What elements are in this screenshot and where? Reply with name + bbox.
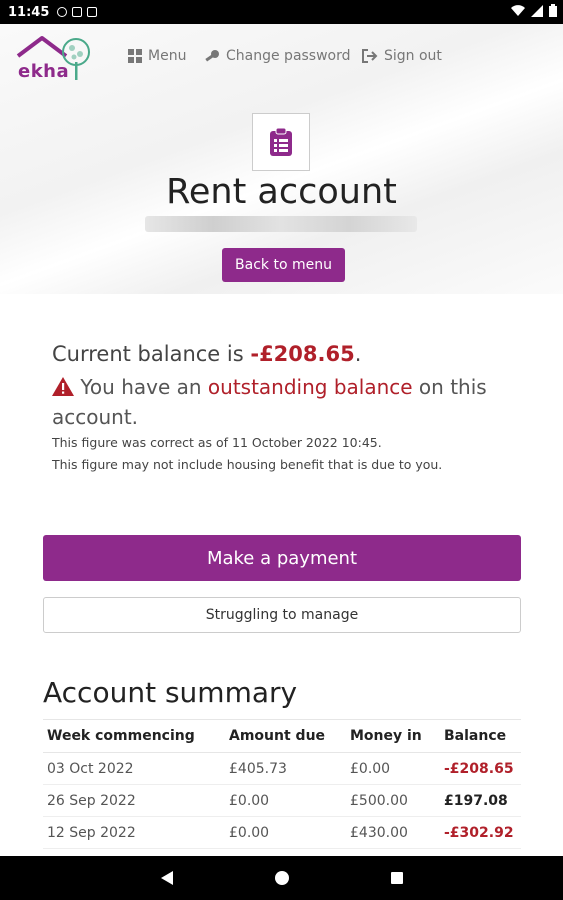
outstanding-warning: You have an outstanding balance on this … (52, 372, 522, 432)
status-bar: 11:45 (0, 0, 563, 24)
nav-sign-out-label: Sign out (384, 48, 442, 64)
nav-menu-link[interactable]: Menu (128, 48, 186, 64)
cell-amount-due: £405.73 (225, 752, 346, 785)
cell-week: 26 Sep 2022 (43, 784, 225, 817)
warning-prefix: You have an (74, 375, 208, 399)
sim-icon (72, 7, 83, 17)
column-header-week: Week commencing (43, 719, 225, 753)
cell-balance: -£302.92 (440, 816, 521, 849)
balance-prefix: Current balance is (52, 342, 251, 366)
wifi-icon (511, 4, 525, 16)
nav-change-password-link[interactable]: Change password (204, 48, 351, 64)
grid-icon (128, 49, 142, 63)
cell-week: 03 Oct 2022 (43, 752, 225, 785)
status-time: 11:45 (8, 4, 50, 20)
outstanding-balance-text: outstanding balance (207, 375, 413, 399)
housing-benefit-note: This figure may not include housing bene… (52, 457, 443, 472)
back-to-menu-button[interactable]: Back to menu (222, 248, 345, 282)
cell-money-in: £500.00 (346, 784, 440, 817)
table-row: 26 Sep 2022 £0.00 £500.00 £197.08 (43, 784, 521, 817)
logo-text: ekha (18, 61, 70, 82)
nav-sign-out-link[interactable]: Sign out (362, 48, 442, 64)
home-circle-icon[interactable] (274, 870, 290, 886)
balance-section: Current balance is -£208.65. You have an… (52, 338, 522, 476)
balance-date-note: This figure was correct as of 11 October… (52, 435, 382, 450)
column-header-balance: Balance (440, 719, 521, 753)
back-triangle-icon[interactable] (160, 870, 174, 886)
redacted-account-reference (145, 216, 417, 232)
key-icon (205, 50, 219, 62)
nav-menu-label: Menu (148, 48, 187, 64)
struggling-to-manage-button[interactable]: Struggling to manage (43, 597, 521, 633)
account-summary-table: Week commencing Amount due Money in Bala… (43, 719, 521, 849)
account-summary-title: Account summary (43, 676, 298, 709)
clipboard-list-icon (270, 128, 292, 156)
cell-money-in: £430.00 (346, 816, 440, 849)
cell-amount-due: £0.00 (225, 784, 346, 817)
page-icon-box (252, 113, 310, 171)
column-header-amount-due: Amount due (225, 719, 346, 753)
table-header-row: Week commencing Amount due Money in Bala… (43, 719, 521, 753)
calendar-icon (87, 7, 98, 17)
page-title: Rent account (166, 172, 397, 212)
android-navigation-bar (0, 856, 563, 900)
cell-week: 12 Sep 2022 (43, 816, 225, 849)
cell-amount-due: £0.00 (225, 816, 346, 849)
make-payment-button[interactable]: Make a payment (43, 535, 521, 581)
signal-icon (531, 4, 543, 17)
table-row: 03 Oct 2022 £405.73 £0.00 -£208.65 (43, 752, 521, 785)
table-row: 12 Sep 2022 £0.00 £430.00 -£302.92 (43, 816, 521, 849)
current-balance-line: Current balance is -£208.65. (52, 338, 522, 370)
balance-suffix: . (354, 342, 362, 366)
battery-icon (549, 4, 557, 17)
sign-out-icon (362, 49, 378, 63)
warning-icon (52, 377, 74, 396)
cell-balance: -£208.65 (440, 752, 521, 785)
balance-amount: -£208.65 (250, 342, 355, 366)
recents-square-icon[interactable] (390, 871, 404, 885)
cell-balance: £197.08 (440, 784, 521, 817)
nav-change-password-label: Change password (226, 48, 351, 64)
facebook-icon (57, 7, 68, 17)
cell-money-in: £0.00 (346, 752, 440, 785)
column-header-money-in: Money in (346, 719, 440, 753)
